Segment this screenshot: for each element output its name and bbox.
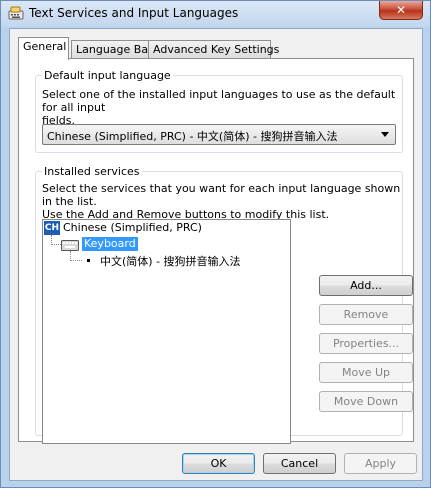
chevron-down-icon [381,132,389,137]
move-up-button[interactable]: Move Up [319,362,413,383]
default-input-language-group: Default input language Select one of the… [35,69,403,153]
ok-button[interactable]: OK [182,453,255,474]
remove-button[interactable]: Remove [319,304,413,325]
general-tab-panel: Default input language Select one of the… [18,58,414,444]
keyboard-icon [61,240,79,251]
installed-services-description: Select the services that you want for ea… [42,182,401,221]
tree-language-label: Chinese (Simplified, PRC) [63,221,202,234]
default-input-description: Select one of the installed input langua… [42,88,396,127]
language-badge-icon: CH [44,221,60,235]
close-button[interactable]: ✕ [379,1,423,20]
add-button[interactable]: Add... [319,275,413,296]
move-down-button[interactable]: Move Down [319,391,413,412]
bullet-icon [87,259,90,262]
tab-advanced-key-settings[interactable]: Advanced Key Settings [148,40,279,58]
tab-general[interactable]: General [18,37,69,60]
keyboard-app-icon [8,6,24,20]
default-input-group-label: Default input language [42,69,173,82]
tree-service-label: 中文(简体) - 搜狗拼音输入法 [100,255,241,268]
dialog-window: Text Services and Input Languages ✕ Gene… [0,0,431,488]
tree-keyboard-label: Keyboard [82,237,138,251]
close-icon: ✕ [395,3,407,17]
installed-services-tree[interactable]: CH Chinese (Simplified, PRC) Keyboard 中文… [42,219,291,444]
dialog-client-area: General Language Bar Advanced Key Settin… [9,28,423,481]
dropdown-selected-value: Chinese (Simplified, PRC) - 中文(简体) - 搜狗拼… [47,130,338,143]
tab-language-bar[interactable]: Language Bar [71,40,153,58]
window-title: Text Services and Input Languages [29,6,239,20]
apply-button[interactable]: Apply [344,453,417,474]
title-bar[interactable]: Text Services and Input Languages ✕ [1,1,430,27]
tree-connector [70,260,82,261]
properties-button[interactable]: Properties... [319,333,413,354]
default-input-language-dropdown[interactable]: Chinese (Simplified, PRC) - 中文(简体) - 搜狗拼… [42,124,396,145]
cancel-button[interactable]: Cancel [263,453,336,474]
installed-services-group: Installed services Select the services t… [35,165,413,444]
installed-services-group-label: Installed services [42,165,142,178]
tree-connector [51,244,61,245]
